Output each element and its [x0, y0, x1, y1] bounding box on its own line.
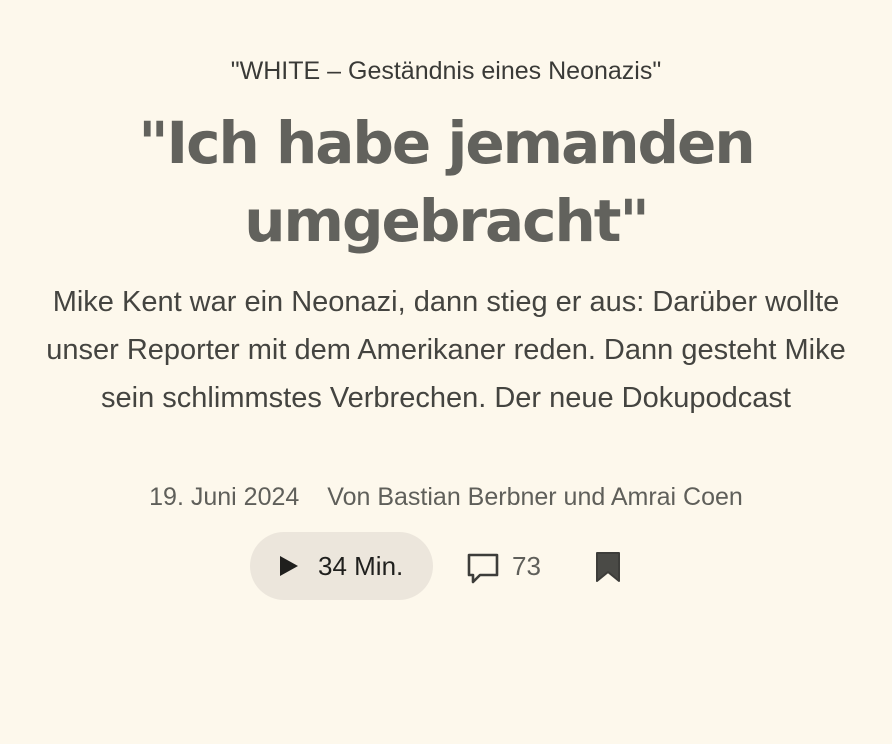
bookmark-icon[interactable] — [594, 551, 622, 583]
publish-date: 19. Juni 2024 — [149, 483, 300, 511]
play-icon — [280, 556, 298, 576]
article-actions: 34 Min. 73 — [250, 532, 670, 600]
duration-label: 34 Min. — [318, 551, 404, 581]
article-teaser: Mike Kent war ein Neonazi, dann stieg er… — [46, 286, 846, 414]
comments-link[interactable]: 73 — [466, 547, 546, 585]
article-header: "WHITE – Geständnis eines Neonazis" "Ich… — [0, 0, 892, 744]
byline: Von Bastian Berbner und Amrai Coen — [327, 483, 743, 511]
article-meta: 19. Juni 2024 Von Bastian Berbner und Amr… — [0, 478, 892, 516]
comment-count: 73 — [512, 551, 541, 581]
kicker: "WHITE – Geständnis eines Neonazis" — [230, 57, 662, 85]
speech-bubble-icon — [467, 553, 499, 584]
article-headline[interactable]: "Ich habe jemanden umgebracht" — [60, 104, 832, 260]
play-podcast-button[interactable]: 34 Min. — [250, 532, 433, 600]
